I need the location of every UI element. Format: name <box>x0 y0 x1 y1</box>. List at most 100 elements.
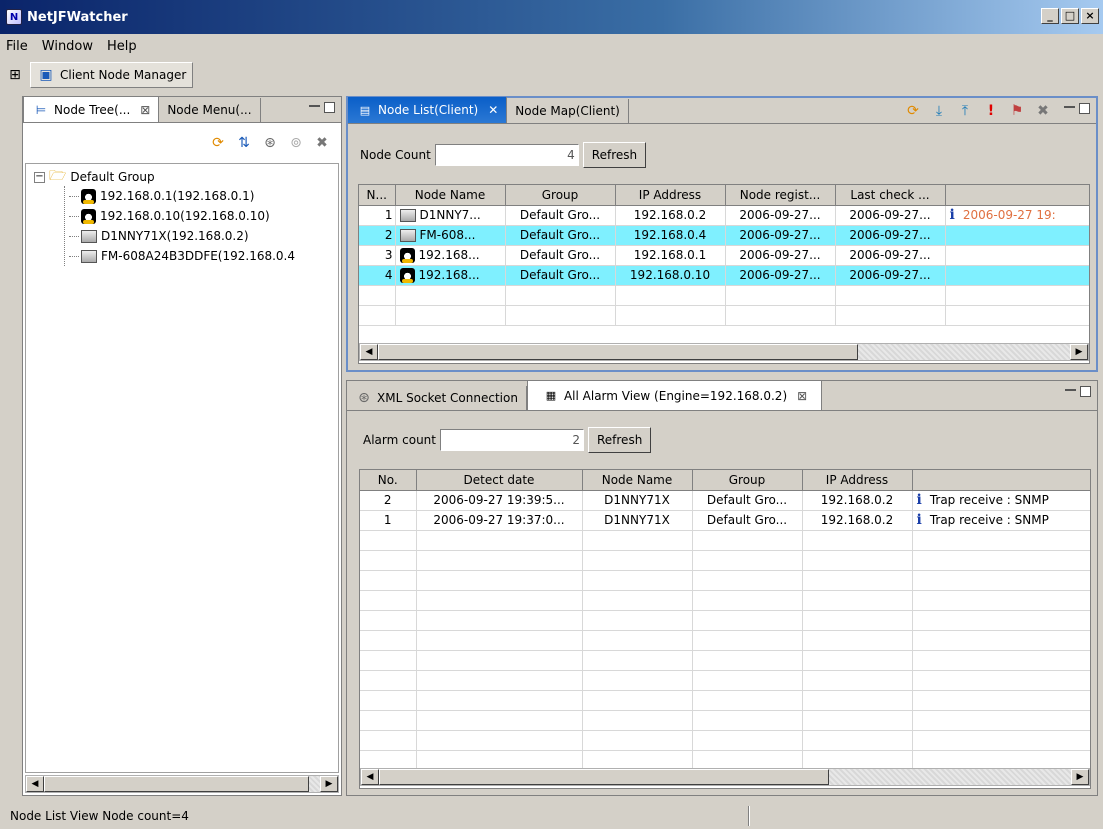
disconnect-icon[interactable]: ⊚ <box>287 134 305 152</box>
status-divider <box>748 806 750 826</box>
tree-horizontal-scrollbar[interactable]: ◀ ▶ <box>25 775 339 793</box>
node-name: FM-608... <box>419 228 476 242</box>
cell-ip: 192.168.0.10 <box>615 265 726 286</box>
maximize-button[interactable]: □ <box>1061 8 1079 24</box>
node-tree-panel: ⊨ Node Tree(... ⊠ Node Menu(... ⟳ ⇅ ⊛ ⊚ … <box>22 96 342 796</box>
menu-file[interactable]: File <box>6 39 28 54</box>
perspective-button[interactable]: ▣ Client Node Manager <box>30 62 194 88</box>
close-tab-icon[interactable]: ✕ <box>488 103 498 117</box>
column-header[interactable]: Group <box>505 185 616 206</box>
alarm-message: Trap receive : SNMP <box>929 513 1049 527</box>
node-count-label: Node Count <box>360 148 431 162</box>
scroll-right-icon[interactable]: ▶ <box>1070 344 1088 360</box>
refresh-button[interactable]: Refresh <box>587 427 652 453</box>
minimize-view-icon[interactable] <box>309 105 320 109</box>
node-name: 192.168... <box>418 247 480 262</box>
minimize-view-icon[interactable] <box>1064 106 1075 110</box>
tree-node[interactable]: 192.168.0.1(192.168.0.1) <box>65 186 338 206</box>
cell-group: Default Gro... <box>692 510 803 531</box>
column-header[interactable] <box>945 185 1089 206</box>
empty-row <box>360 690 1090 711</box>
collapse-icon[interactable]: − <box>34 171 45 183</box>
scroll-right-icon[interactable]: ▶ <box>1071 769 1089 785</box>
scrollbar-thumb[interactable] <box>379 769 829 785</box>
import-icon[interactable]: ⤓ <box>930 102 948 120</box>
menu-window[interactable]: Window <box>42 39 93 54</box>
node-count-field[interactable] <box>434 144 579 166</box>
scrollbar-thumb[interactable] <box>378 344 858 360</box>
refresh-button[interactable]: Refresh <box>582 142 647 168</box>
empty-row <box>360 610 1090 631</box>
alarm-horizontal-scrollbar[interactable]: ◀ ▶ <box>360 768 1090 786</box>
empty-row <box>360 590 1090 611</box>
table-row[interactable]: 3 192.168... Default Gro... 192.168.0.1 2006… <box>359 245 1089 266</box>
column-header[interactable]: Node Name <box>395 185 506 206</box>
cell-ip: 192.168.0.2 <box>802 510 913 531</box>
tree-node[interactable]: FM-608A24B3DDFE(192.168.0.4 <box>65 246 338 266</box>
tab-xml-socket[interactable]: ⊛ XML Socket Connection <box>347 386 527 410</box>
open-perspective-icon[interactable]: ⊞ <box>6 66 24 84</box>
column-header[interactable]: No. <box>360 470 417 491</box>
cell-ip: 192.168.0.2 <box>615 205 726 226</box>
node-name-cell: 192.168... <box>395 265 506 286</box>
report-icon[interactable]: ⚑ <box>1008 102 1026 120</box>
minimize-button[interactable]: _ <box>1041 8 1059 24</box>
table-row[interactable]: 2 2006-09-27 19:39:5... D1NNY71X Default Gr… <box>360 490 1090 511</box>
refresh-icon[interactable]: ⟳ <box>209 134 227 152</box>
scroll-left-icon[interactable]: ◀ <box>361 769 379 785</box>
node-table: N... Node Name Group IP Address Node regist.… <box>358 184 1090 364</box>
alarm-count-row: Alarm count Refresh <box>363 427 652 453</box>
empty-row <box>360 650 1090 671</box>
maximize-view-icon[interactable] <box>324 102 335 113</box>
cell-name: D1NNY71X <box>582 490 693 511</box>
maximize-view-icon[interactable] <box>1080 386 1091 397</box>
table-row[interactable]: 4 192.168... Default Gro... 192.168.0.10 200… <box>359 265 1089 286</box>
row-number: 3 <box>359 245 396 266</box>
tab-node-menu[interactable]: Node Menu(... <box>159 98 261 122</box>
tree-node[interactable]: 192.168.0.10(192.168.0.10) <box>65 206 338 226</box>
tab-node-tree[interactable]: ⊨ Node Tree(... ⊠ <box>23 96 160 122</box>
maximize-view-icon[interactable] <box>1079 103 1090 114</box>
alert-icon[interactable]: ! <box>982 102 1000 120</box>
toolbar: ⊞ ▣ Client Node Manager <box>0 58 1103 92</box>
column-header[interactable]: Last check ... <box>835 185 946 206</box>
minimize-view-icon[interactable] <box>1065 389 1076 393</box>
table-row[interactable]: 2 FM-608... Default Gro... 192.168.0.4 2006-… <box>359 225 1089 246</box>
tab-all-alarm[interactable]: ▦ All Alarm View (Engine=192.168.0.2) ⊠ <box>526 380 823 410</box>
table-row[interactable]: 1 2006-09-27 19:37:0... D1NNY71X Default Gr… <box>360 510 1090 531</box>
close-button[interactable]: × <box>1081 8 1099 24</box>
menu-help[interactable]: Help <box>107 39 137 54</box>
delete-icon[interactable]: ✖ <box>1034 102 1052 120</box>
cell-last: 2006-09-27... <box>835 225 946 246</box>
delete-icon[interactable]: ✖ <box>313 134 331 152</box>
table-row[interactable]: 1 D1NNY7... Default Gro... 192.168.0.2 2006-… <box>359 205 1089 226</box>
sort-icon[interactable]: ⇅ <box>235 134 253 152</box>
refresh-icon[interactable]: ⟳ <box>904 102 922 120</box>
scroll-left-icon[interactable]: ◀ <box>26 776 44 792</box>
cell-ip: 192.168.0.2 <box>802 490 913 511</box>
close-tab-icon[interactable]: ⊠ <box>797 389 807 403</box>
tree-node[interactable]: D1NNY71X(192.168.0.2) <box>65 226 338 246</box>
column-header[interactable]: Node regist... <box>725 185 836 206</box>
connect-icon[interactable]: ⊛ <box>261 134 279 152</box>
tab-node-map-label: Node Map(Client) <box>515 104 620 118</box>
export-icon[interactable]: ⤒ <box>956 102 974 120</box>
column-header[interactable]: Detect date <box>416 470 583 491</box>
column-header[interactable]: N... <box>359 185 396 206</box>
alarm-count-field[interactable] <box>439 429 584 451</box>
tab-node-list[interactable]: ▤ Node List(Client) ✕ <box>348 97 508 123</box>
column-header[interactable]: Node Name <box>582 470 693 491</box>
scrollbar-thumb[interactable] <box>44 776 309 792</box>
column-header[interactable]: Group <box>692 470 803 491</box>
scroll-right-icon[interactable]: ▶ <box>320 776 338 792</box>
tree-group-row[interactable]: − 🗁 Default Group <box>34 168 338 186</box>
scroll-left-icon[interactable]: ◀ <box>360 344 378 360</box>
column-header[interactable]: IP Address <box>615 185 726 206</box>
column-header[interactable]: IP Address <box>802 470 913 491</box>
close-tab-icon[interactable]: ⊠ <box>140 103 150 117</box>
column-header[interactable] <box>912 470 1090 491</box>
node-list-horizontal-scrollbar[interactable]: ◀ ▶ <box>359 343 1089 361</box>
menu-bar: File Window Help <box>0 34 1103 58</box>
tab-node-map[interactable]: Node Map(Client) <box>507 99 629 123</box>
cell-ip: 192.168.0.1 <box>615 245 726 266</box>
